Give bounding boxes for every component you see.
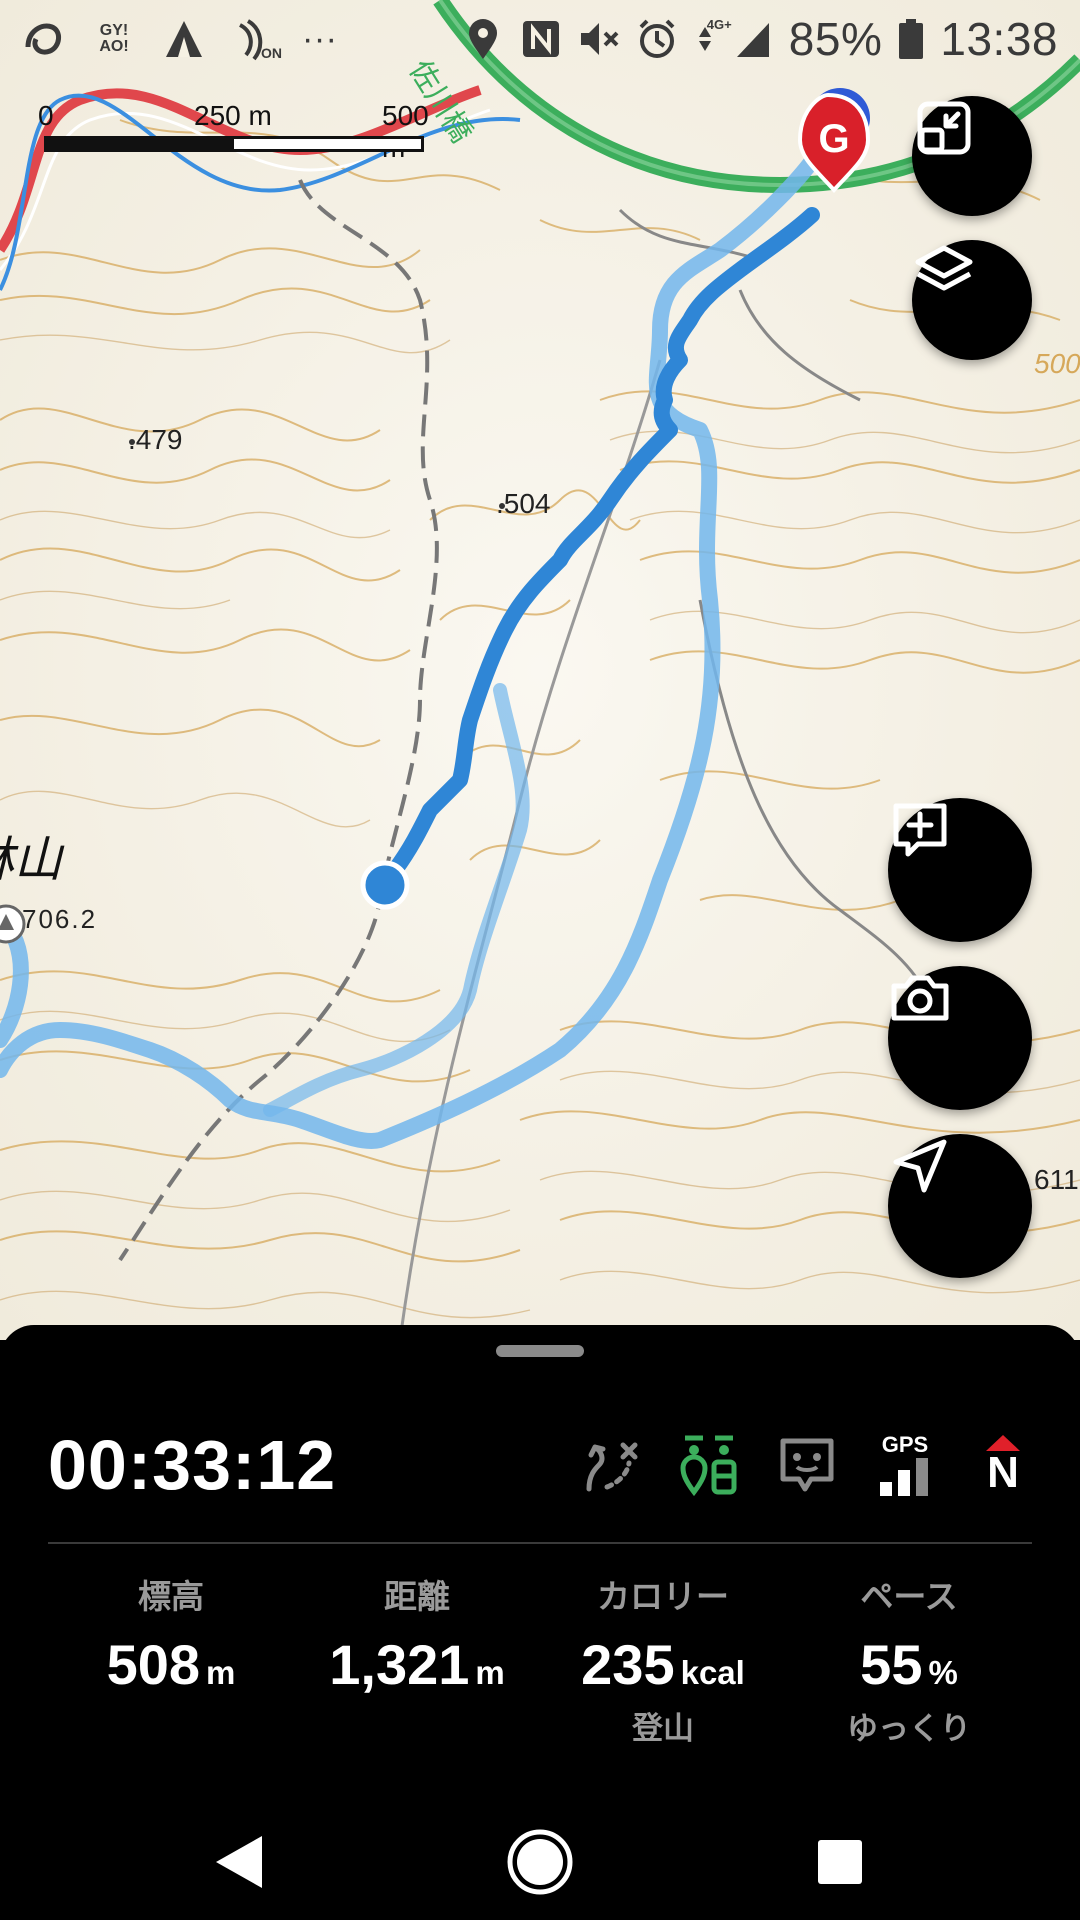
edge-spot-height-611: 611 xyxy=(1034,1164,1079,1195)
panel-icon-row: GPS N xyxy=(580,1425,1034,1505)
panel-divider xyxy=(48,1542,1032,1544)
edge-contour-label-500: 500 xyxy=(1034,348,1080,379)
home-icon xyxy=(507,1829,573,1895)
battery-percent: 85% xyxy=(788,13,883,65)
stat-value: 1,321 xyxy=(329,1633,470,1696)
clock: 13:38 xyxy=(940,13,1058,65)
back-icon xyxy=(216,1836,262,1888)
home-button[interactable] xyxy=(495,1817,585,1907)
gps-signal-icon: GPS xyxy=(874,1432,936,1498)
stat-unit: m xyxy=(475,1654,505,1691)
stat-altitude: 標高 508 m xyxy=(46,1570,296,1703)
spot-height-504: .504 xyxy=(496,488,551,519)
stat-pace-description: ゆっくり xyxy=(847,1711,971,1747)
stat-calories: カロリー 235 kcal 登山 xyxy=(538,1570,788,1748)
data-arrows-icon: 4G+ xyxy=(693,17,732,61)
scale-bar-graphic xyxy=(44,136,424,152)
elapsed-timer: 00:33:12 xyxy=(48,1426,337,1504)
stat-activity-type: 登山 xyxy=(632,1711,694,1747)
signal-icon xyxy=(731,17,775,61)
add-memo-button[interactable] xyxy=(888,798,1032,942)
nfc-icon xyxy=(519,17,563,61)
stat-unit: % xyxy=(928,1654,958,1691)
system-nav-bar xyxy=(0,1795,1080,1920)
add-memo-icon xyxy=(893,803,947,857)
stat-pace: ペース 55% ゆっくり xyxy=(784,1570,1034,1748)
recents-button[interactable] xyxy=(795,1817,885,1907)
fit-route-button[interactable] xyxy=(912,96,1032,216)
gyao-icon: GY! AO! xyxy=(99,22,129,55)
drag-handle[interactable] xyxy=(496,1345,584,1357)
layers-icon xyxy=(915,245,973,291)
stat-value: 55 xyxy=(860,1633,923,1696)
scale-label-250: 250 m xyxy=(194,100,272,131)
mute-icon xyxy=(577,17,621,61)
map-layers-button[interactable] xyxy=(912,240,1032,360)
stat-unit: kcal xyxy=(680,1654,745,1691)
stat-label: カロリー xyxy=(597,1577,729,1616)
route-off-icon[interactable] xyxy=(580,1432,642,1498)
battery-icon xyxy=(896,17,926,61)
camera-icon xyxy=(891,975,949,1021)
current-location-dot xyxy=(360,860,410,910)
stat-label: ペース xyxy=(860,1577,958,1616)
north-icon[interactable]: N xyxy=(972,1432,1034,1498)
tent-icon xyxy=(162,17,206,61)
stat-unit: m xyxy=(206,1654,236,1691)
stat-label: 距離 xyxy=(384,1577,450,1616)
app-logo-icon xyxy=(22,17,66,61)
group-icon[interactable] xyxy=(678,1432,740,1498)
map-view[interactable]: G .479 .504 706.2 林山 佐川橋 500 611 0 250 m… xyxy=(0,0,1080,1340)
stat-label: 標高 xyxy=(138,1577,204,1616)
navigate-button[interactable] xyxy=(888,1134,1032,1278)
map-scale-bar: 0 250 m 500 m xyxy=(38,100,438,163)
nfc-on-icon: ON xyxy=(232,17,282,61)
svg-text:G: G xyxy=(818,117,849,161)
stat-value: 235 xyxy=(581,1633,675,1696)
more-dots-icon: ··· xyxy=(302,19,338,58)
back-button[interactable] xyxy=(195,1817,285,1907)
avatar-face-icon[interactable] xyxy=(776,1432,838,1498)
fit-route-icon xyxy=(917,101,971,155)
navigation-arrow-icon xyxy=(893,1139,947,1193)
camera-button[interactable] xyxy=(888,966,1032,1110)
stat-value: 508 xyxy=(106,1633,201,1696)
scale-label-zero: 0 xyxy=(38,100,54,131)
activity-panel[interactable]: 00:33:12 GPS N 標高 508 m 距離 1,321 m カロリー 23… xyxy=(0,1325,1080,1795)
status-bar: GY! AO! ON ··· 4G+ 85% 13:38 xyxy=(0,0,1080,78)
summit-height-label: 706.2 xyxy=(22,904,98,934)
location-icon xyxy=(461,17,505,61)
recents-icon xyxy=(818,1840,862,1884)
scale-label-500: 500 m xyxy=(382,100,429,163)
spot-height-479: .479 xyxy=(128,424,183,455)
alarm-icon xyxy=(635,17,679,61)
stat-distance: 距離 1,321 m xyxy=(292,1570,542,1703)
mountain-name-label: 林山 xyxy=(0,832,63,888)
